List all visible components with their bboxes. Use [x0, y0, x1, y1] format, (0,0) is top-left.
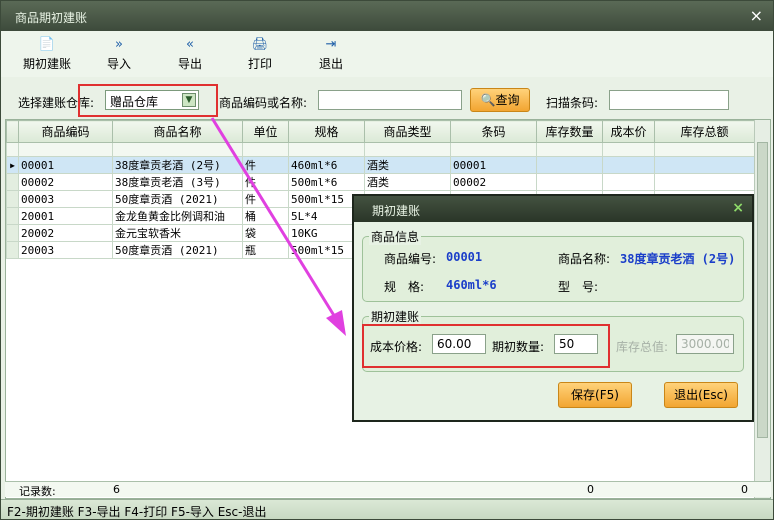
opening-entry-dialog: 期初建账 × 商品信息 商品编号: 00001 商品名称: 38度章贡老酒 (2… [352, 194, 754, 422]
stock-total-input [676, 334, 734, 354]
save-button[interactable]: 保存(F5) [558, 382, 632, 408]
dialog-close-icon[interactable]: × [732, 200, 744, 216]
product-code-label: 商品编号: [384, 252, 437, 266]
opening-entry-group-label: 期初建账 [369, 308, 422, 325]
product-name-label: 商品名称: [558, 252, 611, 266]
product-info-group-label: 商品信息 [369, 228, 422, 245]
spec-value: 460ml*6 [446, 278, 497, 292]
arrow-line [210, 117, 340, 323]
dialog-title-bar: 期初建账 × [354, 196, 752, 222]
highlight-box-entry [362, 324, 610, 368]
product-name-value: 38度章贡老酒 (2号) [620, 252, 736, 266]
product-code-value: 00001 [446, 250, 483, 264]
model-label: 型 号: [558, 280, 599, 294]
stock-total-label: 库存总值: [616, 340, 669, 354]
dialog-exit-button[interactable]: 退出(Esc) [664, 382, 738, 408]
spec-label: 规 格: [384, 280, 425, 294]
arrow-head [326, 310, 346, 336]
dialog-title: 期初建账 [372, 204, 421, 218]
